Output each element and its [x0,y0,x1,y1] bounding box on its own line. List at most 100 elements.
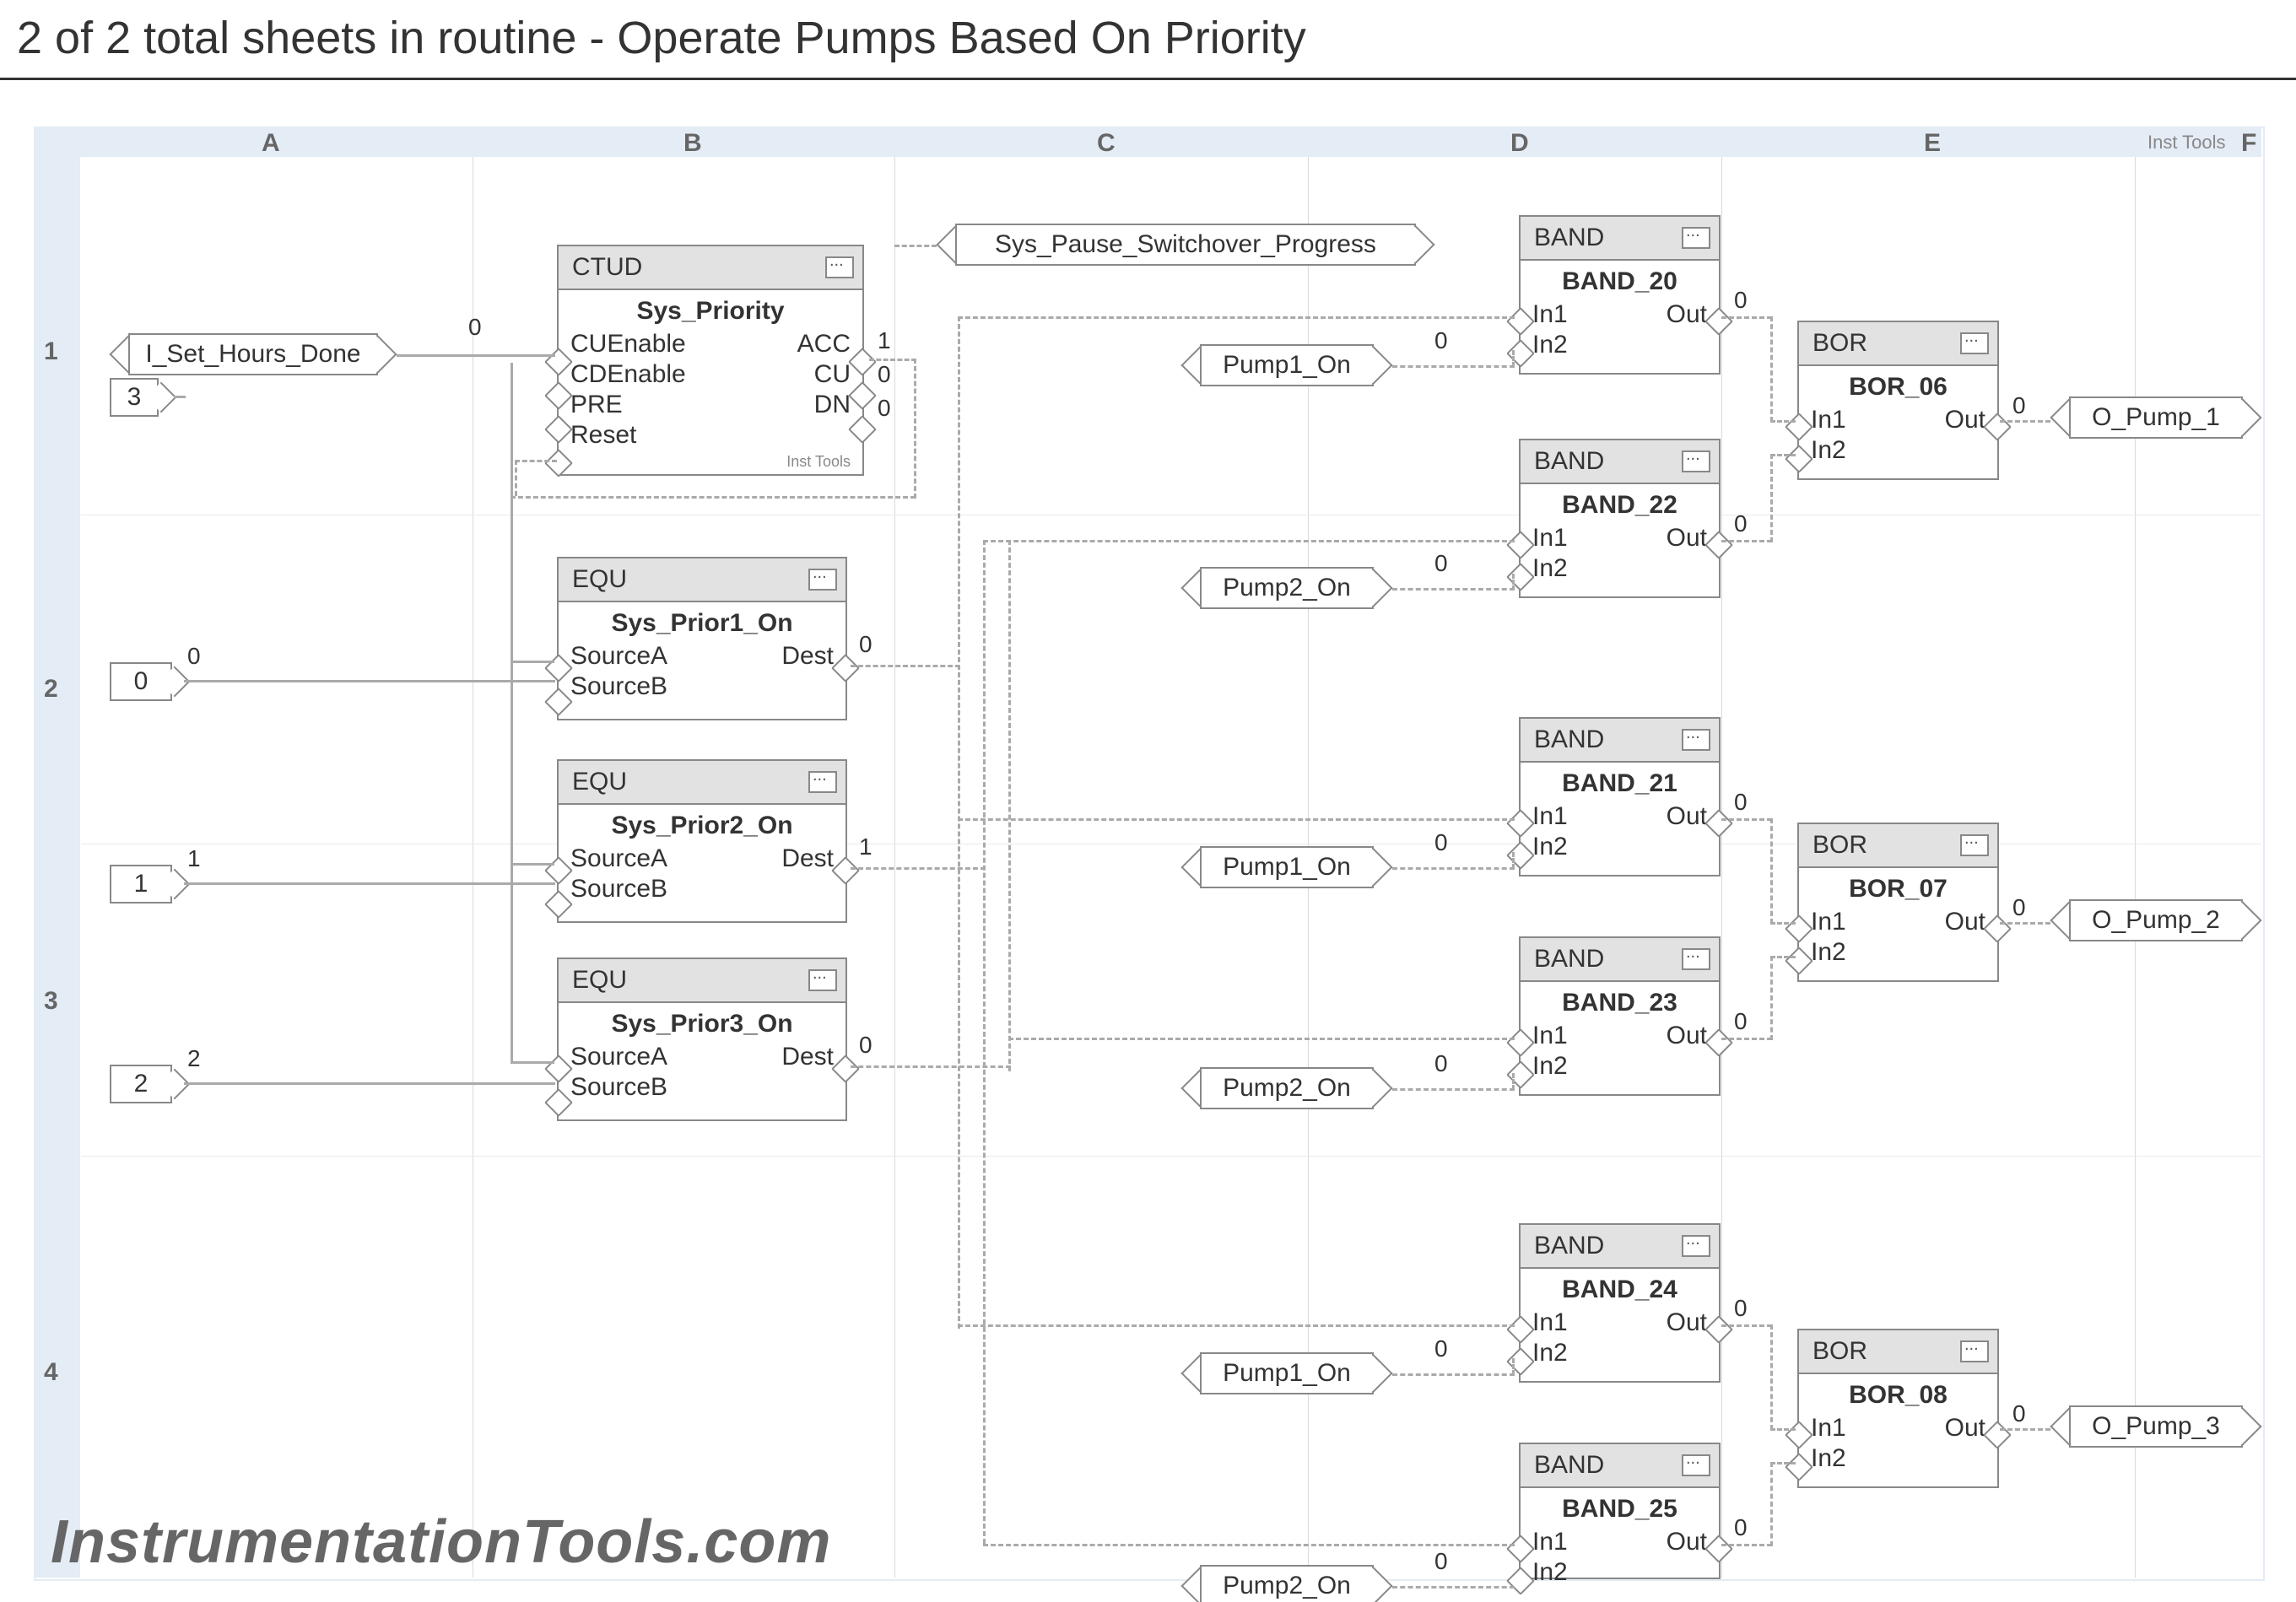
block-band24[interactable]: BAND BAND_24 In1Out In2 [1519,1223,1721,1383]
expand-icon[interactable] [1682,450,1710,472]
block-type: BAND [1534,447,1604,476]
wire [869,359,916,361]
wire [1770,454,1796,456]
expand-icon[interactable] [808,969,837,991]
wire [511,496,916,499]
wire [1721,1038,1772,1040]
wire [1512,350,1515,367]
wire [2000,922,2050,925]
iref-pump1-on-a[interactable]: Pump1_On [1181,344,1392,386]
wire [184,882,555,885]
expand-icon[interactable] [825,256,854,278]
block-equ2[interactable]: EQU Sys_Prior2_On SourceADest SourceB [557,759,847,923]
iref-const-3[interactable]: 3 [110,378,159,417]
pin-value: 0 [878,361,891,388]
wire [1770,1428,1796,1431]
pin-value: 0 [1734,1514,1748,1541]
wire [1512,1073,1515,1090]
block-instance-name: BOR_07 [1799,868,1997,907]
block-band22[interactable]: BAND BAND_22 In1Out In2 [1519,439,1721,598]
wire-value: 0 [1434,550,1448,577]
wire-value: 0 [1434,1050,1448,1077]
wire [1721,540,1772,542]
wire [1770,420,1796,423]
wire [1721,1544,1772,1546]
block-type: BAND [1534,224,1604,252]
oref-o-pump-1[interactable]: O_Pump_1 [2050,396,2261,439]
wire-value: 2 [187,1045,201,1072]
wire [2000,420,2050,423]
wire [511,863,554,866]
iref-const-2[interactable]: 2 [110,1065,172,1103]
pin-value: 0 [1734,510,1748,537]
col-d: D [1510,129,1529,158]
wire [914,359,916,499]
iref-sys-pause[interactable]: Sys_Pause_Switchover_Progress [937,224,1434,266]
row-3: 3 [44,987,58,1016]
block-instance-name: BAND_20 [1521,261,1719,299]
expand-icon[interactable] [1960,332,1989,354]
block-band25[interactable]: BAND BAND_25 In1Out In2 [1519,1443,1721,1579]
iref-pump2-on-c[interactable]: Pump2_On [1181,1565,1392,1602]
block-instance-name: BAND_21 [1521,763,1719,801]
block-type: BAND [1534,1232,1604,1260]
iref-const-1[interactable]: 1 [110,865,172,903]
block-ctud[interactable]: CTUD Sys_Priority CUEnableACC CDEnableCU… [557,245,864,476]
expand-icon[interactable] [808,771,837,793]
expand-icon[interactable] [1682,227,1710,249]
block-instance-name: BAND_25 [1521,1488,1719,1527]
wire [1392,1373,1515,1376]
iref-pump1-on-b[interactable]: Pump1_On [1181,846,1392,888]
pin-value: 0 [859,631,872,658]
expand-icon[interactable] [1682,1235,1710,1257]
expand-icon[interactable] [808,569,837,591]
block-instance-name: BOR_06 [1799,366,1997,405]
pin-value: 0 [1734,1008,1748,1035]
pin-value: 0 [1734,1295,1748,1322]
wire [983,540,1515,542]
expand-icon[interactable] [1682,1454,1710,1476]
wire [958,818,1515,821]
wire [1721,1324,1772,1327]
iref-i-set-hours-done[interactable]: I_Set_Hours_Done [110,333,397,375]
wire [851,867,986,870]
wire-value: 0 [468,314,482,341]
wire [1392,1088,1515,1091]
wire [851,1065,1011,1068]
col-c: C [1097,129,1116,158]
oref-o-pump-3[interactable]: O_Pump_3 [2050,1405,2261,1448]
block-type: BOR [1812,329,1867,358]
wire [2000,1428,2050,1431]
block-equ3[interactable]: EQU Sys_Prior3_On SourceADest SourceB [557,957,847,1121]
iref-pump2-on-b[interactable]: Pump2_On [1181,1067,1392,1109]
block-instance-name: Sys_Prior3_On [559,1003,845,1042]
expand-icon[interactable] [1960,1340,1989,1362]
block-bor07[interactable]: BOR BOR_07 In1Out In2 [1797,823,1999,982]
pin-value: 0 [878,395,891,422]
block-band20[interactable]: BAND BAND_20 In1Out In2 [1519,215,1721,375]
iref-pump1-on-c[interactable]: Pump1_On [1181,1352,1392,1394]
block-type: EQU [572,768,627,796]
col-a: A [262,129,280,158]
wire [1512,852,1515,869]
wire [958,1324,1515,1327]
iref-pump2-on-a[interactable]: Pump2_On [1181,567,1392,609]
wire [1770,316,1773,422]
expand-icon[interactable] [1682,948,1710,970]
block-band23[interactable]: BAND BAND_23 In1Out In2 [1519,936,1721,1096]
pin-value: 0 [2012,1400,2026,1427]
block-equ1[interactable]: EQU Sys_Prior1_On SourceADest SourceB [557,557,847,720]
block-bor06[interactable]: BOR BOR_06 In1Out In2 [1797,321,1999,480]
wire [184,1082,555,1085]
block-instance-name: Sys_Priority [559,290,862,329]
block-bor08[interactable]: BOR BOR_08 In1Out In2 [1797,1329,1999,1488]
expand-icon[interactable] [1682,729,1710,751]
col-e: E [1924,129,1941,158]
block-band21[interactable]: BAND BAND_21 In1Out In2 [1519,717,1721,877]
wire [1392,588,1515,591]
wire [1770,922,1796,925]
iref-const-0[interactable]: 0 [110,662,172,701]
wire [1721,316,1772,319]
oref-o-pump-2[interactable]: O_Pump_2 [2050,899,2261,941]
expand-icon[interactable] [1960,834,1989,856]
